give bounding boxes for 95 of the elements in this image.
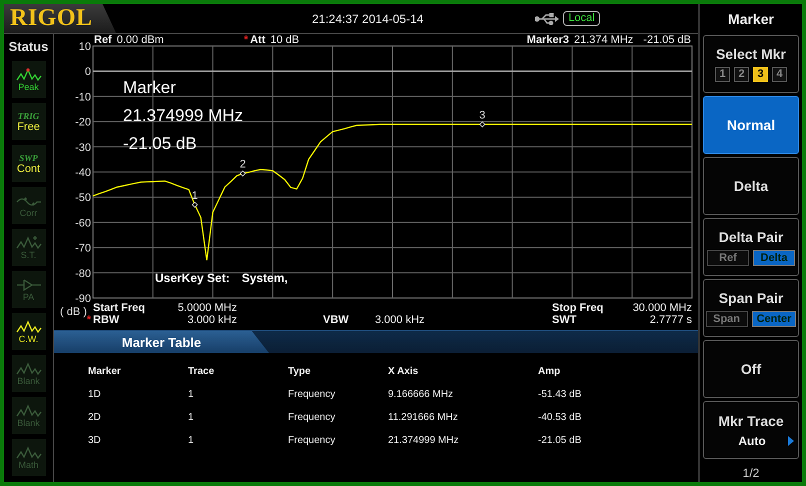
softkey-label: Delta Pair xyxy=(718,228,784,244)
column-header: X Axis xyxy=(388,366,420,377)
table-cell-text: 1 xyxy=(188,435,195,446)
table-cell-text: -51.43 dB xyxy=(538,389,582,400)
start-freq-label: Start Freq xyxy=(93,302,146,314)
table-cell-text: 9.166666 MHz xyxy=(388,389,454,400)
y-tick-label: -50 xyxy=(75,192,91,204)
y-tick-label: -70 xyxy=(75,242,91,255)
status-indicator: S.T. xyxy=(12,229,46,266)
menu-title: Marker xyxy=(728,11,774,27)
swt-value: 2.7777 s xyxy=(648,314,692,326)
table-cell-text: 3D xyxy=(88,435,102,446)
table-cell-text: Frequency xyxy=(288,389,336,400)
status-indicator: Corr xyxy=(12,187,46,224)
softkey-label: Mkr Trace xyxy=(718,412,784,428)
y-tick-label: -60 xyxy=(75,217,91,230)
y-tick-label: -40 xyxy=(75,167,91,179)
softkey[interactable]: Normal xyxy=(703,96,799,154)
marker-readout: Marker xyxy=(123,77,177,99)
active-marker-amplitude: -21.05 dB xyxy=(643,34,691,46)
vbw-value: 3.000 kHz xyxy=(375,314,426,326)
att-label: Att xyxy=(250,34,266,46)
softkey[interactable]: Delta xyxy=(703,157,799,215)
active-marker-label: Marker3 xyxy=(526,34,569,46)
column-header: Amp xyxy=(538,366,562,377)
usb-icon xyxy=(535,12,560,24)
att-asterisk-label: * xyxy=(244,34,248,46)
swt-label: SWT xyxy=(552,314,578,326)
softkey-label: Select Mkr xyxy=(716,46,786,62)
y-tick-label: -10 xyxy=(75,91,91,104)
status-indicator: TRIG Free xyxy=(12,103,46,140)
status-title: Status xyxy=(8,39,48,54)
stop-freq-value: 30.000 MHz xyxy=(632,302,692,314)
pair-option[interactable]: Span xyxy=(706,310,748,326)
marker-number-option[interactable]: 3 xyxy=(753,67,768,82)
pair-option[interactable]: Delta xyxy=(753,250,795,266)
submenu-arrow-icon xyxy=(788,436,794,446)
start-freq-value: 5.0000 MHz xyxy=(176,302,237,314)
table-title: Marker Table xyxy=(54,331,269,353)
softkey[interactable]: Span Pair Span Center xyxy=(703,279,799,337)
marker-number-option[interactable]: 2 xyxy=(734,67,749,82)
y-tick-label: -90 xyxy=(75,293,91,302)
marker-readout: 21.374999 MHz xyxy=(123,105,244,127)
softkey-value: Auto xyxy=(738,434,766,448)
pair-option[interactable]: Center xyxy=(752,310,796,326)
y-tick-label: 0 xyxy=(84,66,91,78)
y-axis-unit: ( dB ) xyxy=(60,306,87,318)
status-indicator: Blank xyxy=(12,397,46,434)
column-header: Marker xyxy=(88,366,122,377)
remote-status-badge: Local xyxy=(563,11,600,26)
stop-freq-label: Stop Freq xyxy=(552,302,604,314)
vbw-label: VBW xyxy=(323,314,350,326)
table-cell-text: Frequency xyxy=(288,412,336,423)
ref-value: 0.00 dBm xyxy=(116,34,164,46)
column-header: Trace xyxy=(188,366,216,377)
column-header: Type xyxy=(288,366,312,377)
status-indicator: Blank xyxy=(12,355,46,392)
status-indicator: C.W. xyxy=(12,313,46,350)
marker-number-option[interactable]: 1 xyxy=(715,67,730,82)
status-indicator: PA xyxy=(12,271,46,308)
softkey-label: Span Pair xyxy=(718,290,784,306)
table-cell-text: 21.374999 MHz xyxy=(388,435,460,446)
marker-number-option[interactable]: 4 xyxy=(772,67,787,82)
table-cell-text: 2D xyxy=(88,412,102,423)
table-cell-text: -21.05 dB xyxy=(538,435,582,446)
att-value: 10 dB xyxy=(270,34,300,46)
y-tick-label: 10 xyxy=(78,41,91,53)
rbw-label: RBW xyxy=(93,314,120,326)
y-tick-label: -20 xyxy=(75,116,91,129)
table-cell-text: 1D xyxy=(88,389,102,400)
datetime: 21:24:37 2014-05-14 xyxy=(312,12,424,26)
status-indicator: SWP Cont xyxy=(12,145,46,182)
table-cell-text: 11.291666 MHz xyxy=(388,412,459,423)
status-indicator: Peak xyxy=(12,61,46,98)
y-tick-label: -80 xyxy=(75,268,91,280)
softkey[interactable]: Off xyxy=(703,340,799,398)
status-indicator: Math xyxy=(12,439,46,476)
table-cell-text: Frequency xyxy=(288,435,336,446)
ref-label: Ref xyxy=(94,34,112,46)
y-tick-label: -30 xyxy=(75,142,91,154)
userkey-label: UserKey Set: xyxy=(155,271,230,285)
marker-readout: -21.05 dB xyxy=(123,133,198,155)
table-cell-text: 1 xyxy=(188,389,195,400)
rbw-asterisk-label: * xyxy=(86,314,91,326)
softkey[interactable]: Select Mkr 1 2 3 4 xyxy=(703,35,799,93)
userkey-value: System, xyxy=(242,271,288,285)
rbw-value: 3.000 kHz xyxy=(186,314,237,326)
softkey[interactable]: Delta Pair Ref Delta xyxy=(703,218,799,276)
softkey[interactable]: Mkr Trace Auto xyxy=(703,401,799,459)
active-marker-frequency: 21.374 MHz xyxy=(574,34,634,46)
logo: RIGOL xyxy=(10,5,93,32)
table-cell-text: 1 xyxy=(188,412,195,423)
page-indicator: 1/2 xyxy=(742,466,760,480)
table-cell-text: -40.53 dB xyxy=(538,412,582,423)
pair-option[interactable]: Ref xyxy=(707,250,749,266)
